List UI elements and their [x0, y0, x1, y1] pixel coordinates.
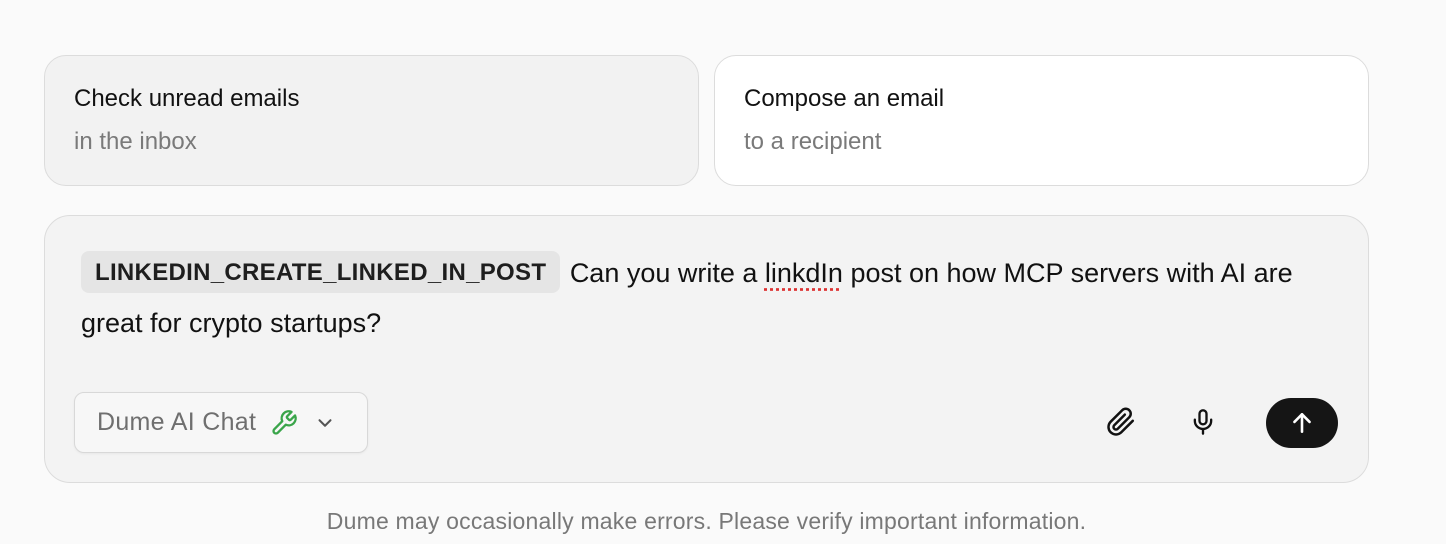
send-button[interactable] [1266, 398, 1338, 448]
paperclip-icon [1107, 407, 1135, 436]
suggestion-subtitle: to a recipient [744, 128, 882, 155]
model-selector[interactable]: Dume AI Chat [74, 392, 368, 453]
chat-composer: LINKEDIN_CREATE_LINKED_IN_POST Can you w… [44, 215, 1369, 483]
suggestion-title: Compose an email [744, 85, 945, 112]
suggestion-cards: Check unread emails in the inbox Compose… [44, 55, 1369, 186]
suggestion-subtitle: in the inbox [74, 128, 197, 155]
chevron-down-icon [318, 418, 332, 427]
attach-button[interactable] [1099, 400, 1143, 444]
suggestion-card-compose-email[interactable]: Compose an email to a recipient [714, 55, 1369, 186]
voice-input-button[interactable] [1181, 400, 1225, 444]
tool-chip[interactable]: LINKEDIN_CREATE_LINKED_IN_POST [81, 251, 561, 293]
prompt-text-before: Can you write a [569, 258, 765, 288]
suggestion-card-check-unread-emails[interactable]: Check unread emails in the inbox [44, 55, 699, 186]
misspelled-word: linkdIn [764, 258, 843, 288]
model-label: Dume AI Chat [97, 408, 257, 436]
microphone-icon [1193, 409, 1213, 435]
arrow-up-icon [1293, 413, 1311, 433]
suggestion-title: Check unread emails [74, 85, 300, 112]
disclaimer-text: Dume may occasionally make errors. Pleas… [326, 508, 1087, 534]
wrench-icon [272, 409, 298, 435]
message-input[interactable]: LINKEDIN_CREATE_LINKED_IN_POST Can you w… [81, 248, 1331, 348]
